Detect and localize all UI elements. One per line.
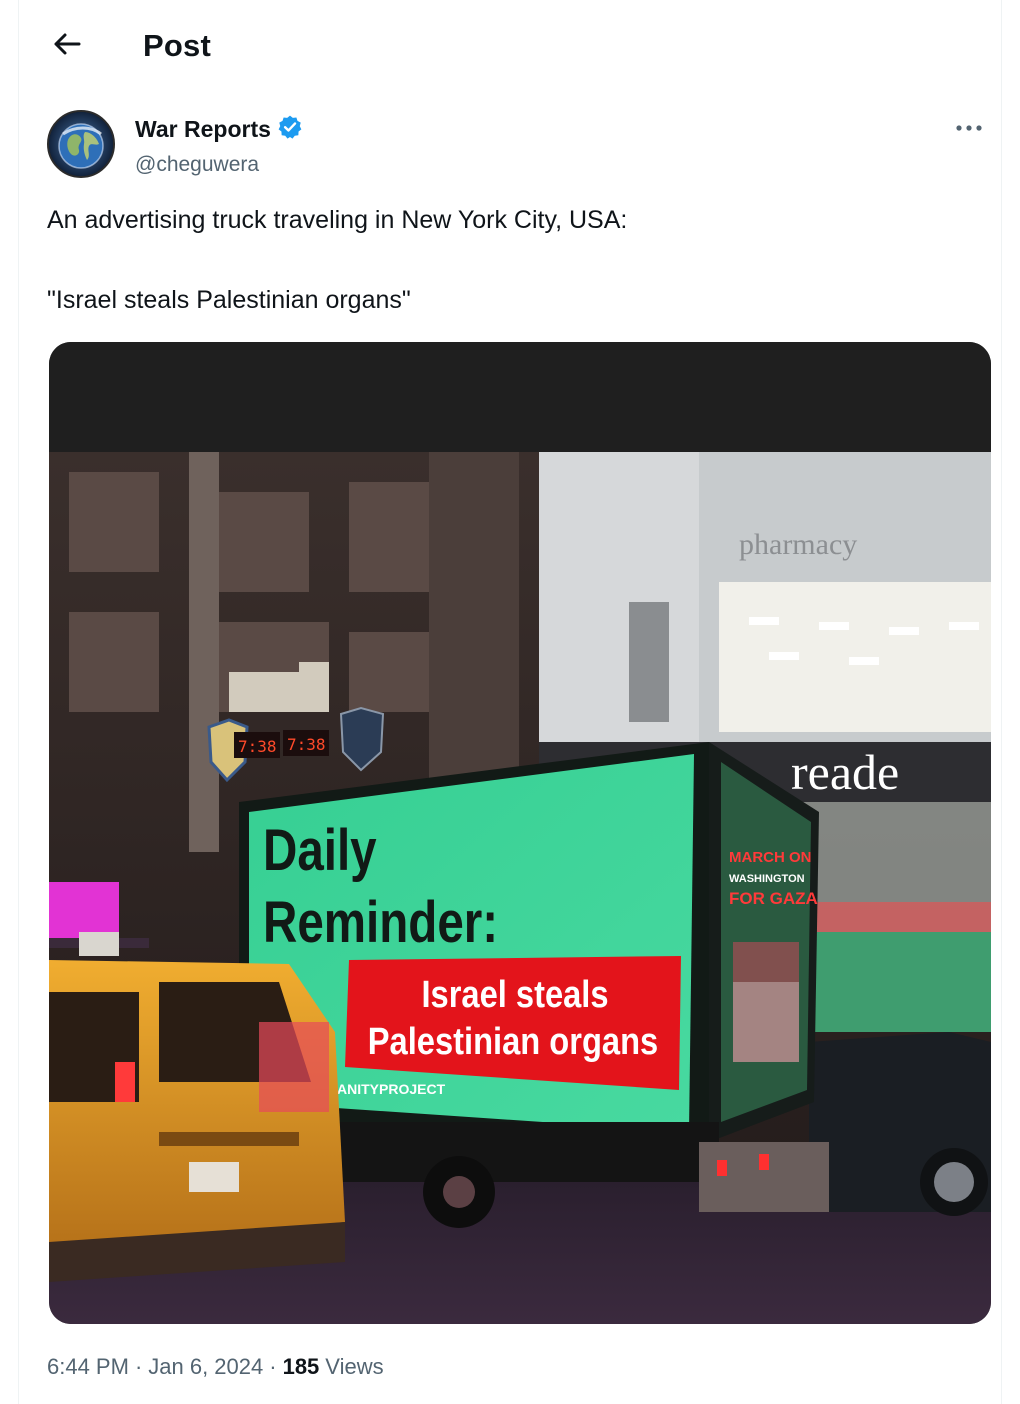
store-sign: reade <box>791 744 899 800</box>
back-button[interactable] <box>47 26 87 66</box>
post-text-line-1: An advertising truck traveling in New Yo… <box>47 206 628 234</box>
avatar[interactable] <box>47 110 115 178</box>
arrow-left-icon <box>52 32 82 61</box>
post-date[interactable]: Jan 6, 2024 <box>148 1354 263 1380</box>
author-info: War Reports @cheguwera <box>135 114 303 177</box>
post-page: Post War Reports @cheguwera An advertisi… <box>18 0 1002 1404</box>
globe-avatar <box>49 112 113 176</box>
post-time[interactable]: 6:44 PM <box>47 1354 129 1380</box>
ellipsis-icon <box>955 119 983 137</box>
clock-display-2: 7:38 <box>287 735 326 754</box>
page-title: Post <box>143 28 211 63</box>
views-count: 185 <box>282 1354 320 1379</box>
billboard-credit: ANITYPROJECT <box>337 1081 446 1097</box>
meta-separator-1: · <box>134 1354 143 1379</box>
billboard-line-2: Reminder: <box>263 891 498 956</box>
side-panel-line-1: MARCH ON <box>729 849 812 866</box>
post-meta: 6:44 PM · Jan 6, 2024 · 185 Views <box>47 1354 384 1380</box>
clock-display-1: 7:38 <box>238 737 277 756</box>
top-bar: Post <box>19 0 1001 92</box>
author-row: War Reports @cheguwera <box>47 110 987 182</box>
banner-line-2: Palestinian organs <box>368 1020 658 1063</box>
banner-line-1: Israel steals <box>421 973 608 1016</box>
post-text: An advertising truck traveling in New Yo… <box>47 204 977 364</box>
author-handle[interactable]: @cheguwera <box>135 153 303 177</box>
street-scene-image: pharmacy reade 7:38 7:38 MARCH ON WASHIN… <box>49 342 991 1324</box>
side-panel-line-3: FOR GAZA <box>729 889 818 908</box>
post-text-line-2: "Israel steals Palestinian organs" <box>47 286 411 314</box>
post-photo[interactable]: pharmacy reade 7:38 7:38 MARCH ON WASHIN… <box>49 342 991 1324</box>
verified-badge-icon <box>277 114 303 145</box>
billboard-line-1: Daily <box>263 819 377 884</box>
display-name[interactable]: War Reports <box>135 116 271 143</box>
meta-separator-2: · <box>269 1354 277 1379</box>
more-options-button[interactable] <box>951 116 987 140</box>
side-panel-line-2: WASHINGTON <box>729 873 805 885</box>
views-label: Views <box>325 1354 384 1379</box>
pharmacy-sign: pharmacy <box>739 528 857 561</box>
